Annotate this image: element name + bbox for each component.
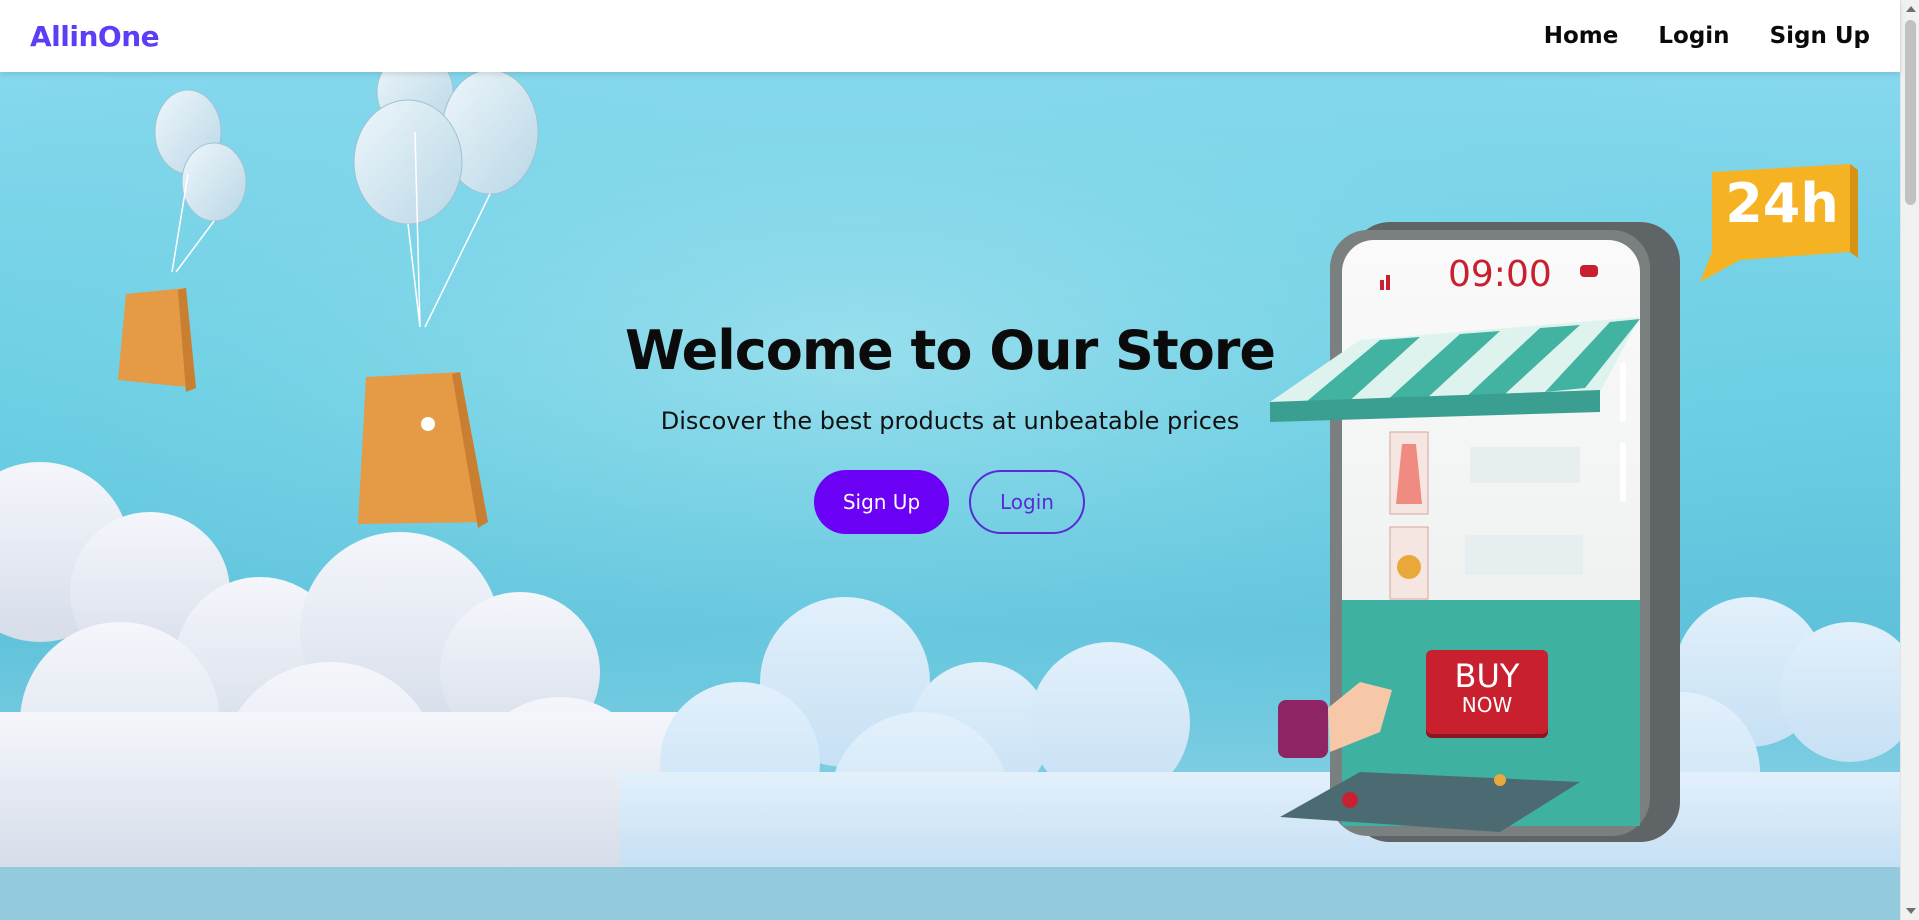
nav-link-signup[interactable]: Sign Up: [1770, 23, 1870, 49]
buy-now-sign: BUY NOW: [1426, 650, 1548, 734]
footer-band: [0, 867, 1900, 920]
scroll-up-arrow-icon[interactable]: [1906, 6, 1916, 12]
scroll-down-arrow-icon[interactable]: [1906, 908, 1916, 914]
nav-link-home[interactable]: Home: [1544, 23, 1619, 49]
buy-label: BUY: [1454, 657, 1520, 695]
brand-logo[interactable]: AllinOne: [30, 20, 160, 53]
hero-login-button[interactable]: Login: [969, 470, 1085, 534]
nav-links: Home Login Sign Up: [1544, 23, 1870, 49]
top-navbar: AllinOne Home Login Sign Up: [0, 0, 1900, 72]
24h-badge-label: 24h: [1725, 172, 1839, 235]
phone-clock: 09:00: [1448, 254, 1552, 295]
now-label: NOW: [1461, 693, 1513, 717]
hero-signup-button[interactable]: Sign Up: [814, 470, 949, 534]
scroll-thumb[interactable]: [1905, 20, 1916, 205]
phone-illustration: [1270, 222, 1680, 842]
hero-banner: 09:00 24h BUY NOW Welcome to Our Store D…: [0, 72, 1900, 867]
hero-illustration: [0, 72, 1900, 867]
nav-link-login[interactable]: Login: [1658, 23, 1729, 49]
vertical-scrollbar[interactable]: [1900, 0, 1919, 920]
